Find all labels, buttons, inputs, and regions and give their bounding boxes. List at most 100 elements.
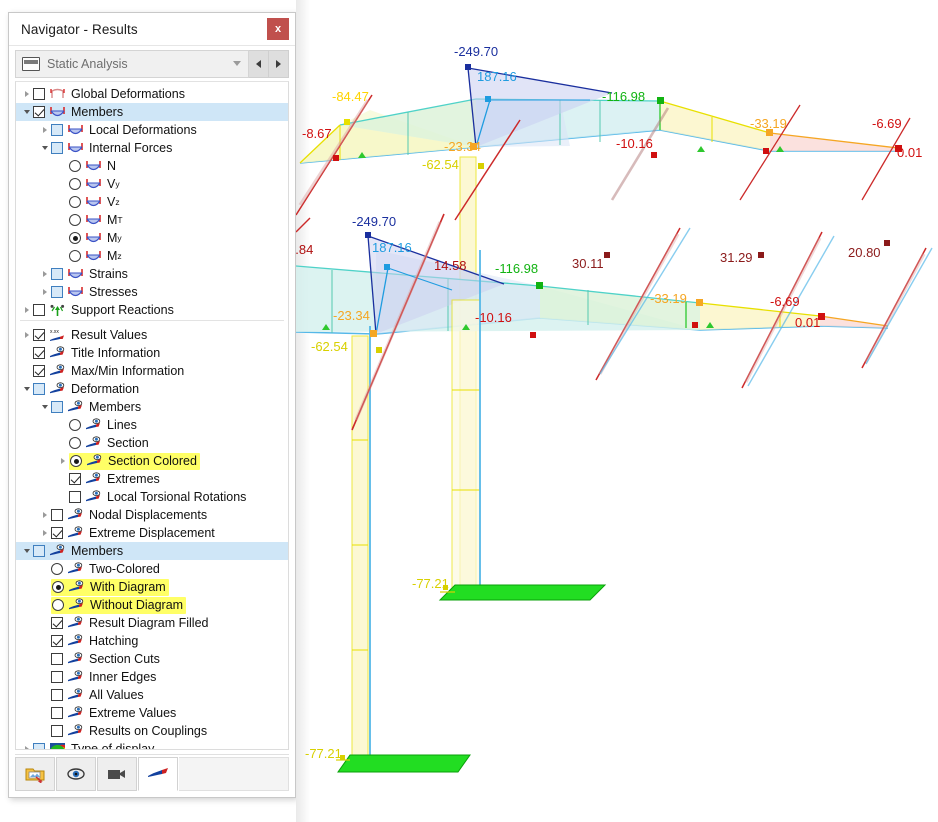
tree-item-deformation-members[interactable]: Members [16,398,288,416]
expand-chevron-right-icon[interactable] [38,530,51,536]
tree-item-force-mt[interactable]: MT [16,211,288,229]
tree-item-strains[interactable]: Strains [16,265,288,283]
tree-item-hatching[interactable]: Hatching [16,632,288,650]
checkbox-max-min-information[interactable] [33,365,45,377]
camera-icon[interactable] [97,757,137,791]
collapse-chevron-down-icon[interactable] [20,110,33,114]
checkbox-local-torsional-rotations[interactable] [69,491,81,503]
results-arrow-icon[interactable] [138,757,178,791]
checkbox-internal-forces[interactable] [51,142,63,154]
collapse-chevron-down-icon[interactable] [38,146,51,150]
project-folder-icon[interactable] [15,757,55,791]
tree-item-section[interactable]: Section [16,434,288,452]
results-viewport[interactable]: -249.70 187.16 -84.47 -8.67 -23.34 -62.54 -116… [296,0,938,822]
radio-force-vy[interactable] [69,178,81,190]
checkbox-strains[interactable] [51,268,63,280]
tree-item-extreme-values[interactable]: Extreme Values [16,704,288,722]
tree-item-extremes[interactable]: Extremes [16,470,288,488]
collapse-chevron-down-icon[interactable] [38,405,51,409]
checkbox-hatching[interactable] [51,635,63,647]
radio-section-colored[interactable] [70,455,82,467]
previous-result-button[interactable] [249,50,269,78]
expand-chevron-right-icon[interactable] [38,271,51,277]
tree-item-support-reactions-1[interactable]: Support Reactions [16,301,288,319]
results-tree-container[interactable]: Global Deformations Members Local Deformat… [15,81,289,750]
radio-force-my[interactable] [69,232,81,244]
expand-chevron-right-icon[interactable] [38,127,51,133]
checkbox-global-deformations[interactable] [33,88,45,100]
next-result-button[interactable] [269,50,289,78]
tree-item-result-diagram-filled[interactable]: Result Diagram Filled [16,614,288,632]
tree-item-members-1[interactable]: Members [16,103,288,121]
checkbox-result-diagram-filled[interactable] [51,617,63,629]
checkbox-deformation[interactable] [33,383,45,395]
collapse-chevron-down-icon[interactable] [20,387,33,391]
close-icon[interactable]: x [267,18,289,40]
tree-item-local-torsional-rotations[interactable]: Local Torsional Rotations [16,488,288,506]
radio-force-n[interactable] [69,160,81,172]
tree-item-section-colored[interactable]: Section Colored [16,452,288,470]
tree-item-local-deformations[interactable]: Local Deformations [16,121,288,139]
tree-item-members-2[interactable]: Members [16,542,288,560]
tree-item-title-information[interactable]: Title Information [16,344,288,362]
tree-item-inner-edges[interactable]: Inner Edges [16,668,288,686]
analysis-type-combobox[interactable]: Static Analysis [15,50,249,78]
checkbox-members-2[interactable] [33,545,45,557]
tree-item-type-of-display[interactable]: Type of display [16,740,288,749]
checkbox-extreme-values[interactable] [51,707,63,719]
tree-item-results-on-couplings[interactable]: Results on Couplings [16,722,288,740]
expand-chevron-right-icon[interactable] [20,746,33,749]
tree-item-force-my[interactable]: My [16,229,288,247]
radio-force-vz[interactable] [69,196,81,208]
expand-chevron-right-icon[interactable] [56,458,69,464]
checkbox-section-cuts[interactable] [51,653,63,665]
tree-item-result-values[interactable]: x.xx Result Values [16,326,288,344]
checkbox-members-1[interactable] [33,106,45,118]
tree-item-with-diagram[interactable]: With Diagram [16,578,288,596]
radio-with-diagram[interactable] [52,581,64,593]
expand-chevron-right-icon[interactable] [20,332,33,338]
radio-without-diagram[interactable] [52,599,64,611]
radio-force-mt[interactable] [69,214,81,226]
radio-two-colored[interactable] [51,563,63,575]
radio-lines[interactable] [69,419,81,431]
tree-item-stresses[interactable]: Stresses [16,283,288,301]
expand-chevron-right-icon[interactable] [20,91,33,97]
checkbox-inner-edges[interactable] [51,671,63,683]
checkbox-deformation-members[interactable] [51,401,63,413]
checkbox-nodal-displacements[interactable] [51,509,63,521]
tree-separator [20,320,284,325]
eye-icon[interactable] [56,757,96,791]
checkbox-all-values[interactable] [51,689,63,701]
checkbox-local-deformations[interactable] [51,124,63,136]
checkbox-extreme-displacement[interactable] [51,527,63,539]
tree-item-lines[interactable]: Lines [16,416,288,434]
radio-force-mz[interactable] [69,250,81,262]
expand-chevron-right-icon[interactable] [38,512,51,518]
expand-chevron-right-icon[interactable] [38,289,51,295]
tree-item-section-cuts[interactable]: Section Cuts [16,650,288,668]
tree-item-extreme-displacement[interactable]: Extreme Displacement [16,524,288,542]
tree-item-internal-forces[interactable]: Internal Forces [16,139,288,157]
tree-item-force-mz[interactable]: Mz [16,247,288,265]
tree-item-nodal-displacements[interactable]: Nodal Displacements [16,506,288,524]
expand-chevron-right-icon[interactable] [20,307,33,313]
tree-item-deformation[interactable]: Deformation [16,380,288,398]
checkbox-title-information[interactable] [33,347,45,359]
tree-item-max-min-information[interactable]: Max/Min Information [16,362,288,380]
checkbox-extremes[interactable] [69,473,81,485]
tree-item-global-deformations[interactable]: Global Deformations [16,85,288,103]
collapse-chevron-down-icon[interactable] [20,549,33,553]
tree-item-two-colored[interactable]: Two-Colored [16,560,288,578]
checkbox-support-reactions-1[interactable] [33,304,45,316]
checkbox-type-of-display[interactable] [33,743,45,749]
tree-item-force-n[interactable]: N [16,157,288,175]
tree-item-force-vy[interactable]: Vy [16,175,288,193]
tree-item-without-diagram[interactable]: Without Diagram [16,596,288,614]
radio-section[interactable] [69,437,81,449]
tree-item-all-values[interactable]: All Values [16,686,288,704]
checkbox-results-on-couplings[interactable] [51,725,63,737]
tree-item-force-vz[interactable]: Vz [16,193,288,211]
checkbox-result-values[interactable] [33,329,45,341]
checkbox-stresses[interactable] [51,286,63,298]
